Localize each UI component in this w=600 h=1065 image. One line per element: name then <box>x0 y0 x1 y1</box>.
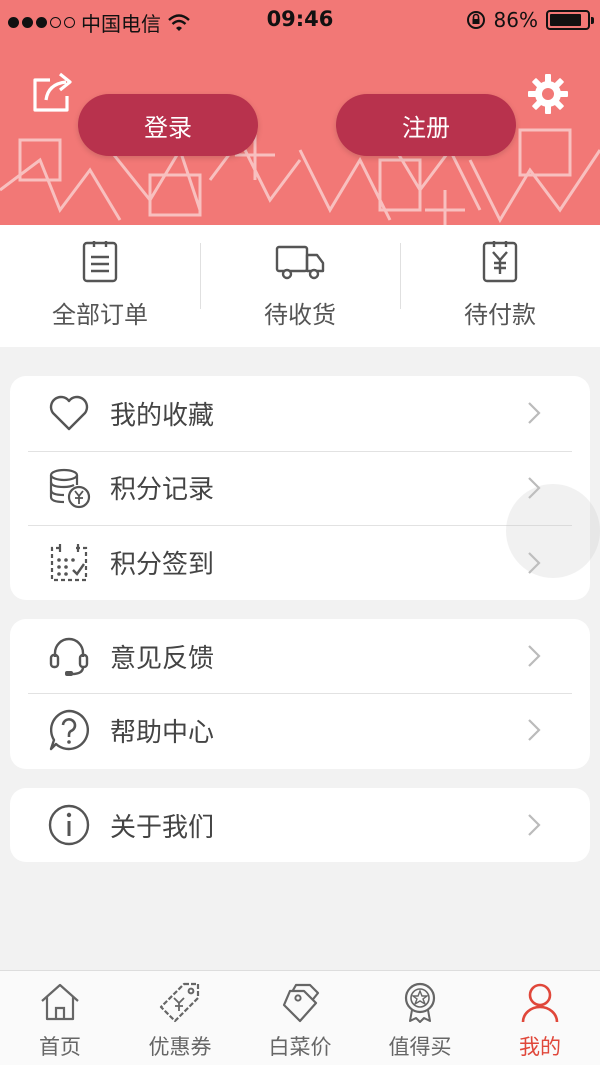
menu-card-favorites: 我的收藏 积分记录 积分签到 <box>10 376 590 600</box>
tab-label: 白菜价 <box>268 1035 332 1059</box>
tab-mine[interactable]: 我的 <box>480 971 600 1065</box>
calendar-check-icon <box>50 543 88 581</box>
coupon-icon <box>159 982 200 1023</box>
floating-assistive-button[interactable] <box>506 484 600 578</box>
rotation-lock-icon <box>466 11 485 29</box>
tab-coupons[interactable]: 优惠券 <box>120 971 240 1065</box>
user-icon <box>521 983 559 1023</box>
info-icon <box>48 804 90 846</box>
register-button[interactable]: 注册 <box>336 94 516 156</box>
badge-icon <box>404 982 436 1023</box>
menu-item-label: 帮助中心 <box>110 717 215 748</box>
heart-icon <box>49 396 89 431</box>
order-label: 待付款 <box>464 301 536 329</box>
home-icon <box>41 983 79 1021</box>
menu-item-label: 我的收藏 <box>110 400 215 431</box>
tab-label: 首页 <box>39 1035 81 1059</box>
chevron-right-icon <box>528 645 541 667</box>
menu-item-label: 意见反馈 <box>110 643 215 674</box>
tab-label: 我的 <box>519 1035 561 1059</box>
order-list-icon <box>82 241 118 283</box>
share-icon[interactable] <box>30 68 76 114</box>
menu-item-about-us[interactable]: 关于我们 <box>10 788 590 862</box>
chevron-right-icon <box>528 719 541 741</box>
tab-home[interactable]: 首页 <box>0 971 120 1065</box>
menu-item-label: 关于我们 <box>110 812 215 843</box>
menu-item-favorites[interactable]: 我的收藏 <box>10 376 590 451</box>
login-button[interactable]: 登录 <box>78 94 258 156</box>
status-bar: 中国电信 09:46 86% <box>0 0 600 40</box>
battery-percent: 86% <box>493 8 538 32</box>
truck-icon <box>275 245 325 280</box>
battery-icon <box>546 10 594 30</box>
chevron-right-icon <box>528 402 541 425</box>
menu-item-feedback[interactable]: 意见反馈 <box>10 619 590 693</box>
gear-icon[interactable] <box>526 72 570 116</box>
menu-item-label: 积分记录 <box>110 475 215 506</box>
coins-icon <box>49 468 91 509</box>
tab-bargain-price[interactable]: 白菜价 <box>240 971 360 1065</box>
menu-card-about: 关于我们 <box>10 788 590 862</box>
tab-label: 值得买 <box>388 1035 452 1059</box>
help-icon <box>49 709 89 751</box>
all-orders-button[interactable]: 全部订单 <box>0 225 200 347</box>
bottom-tab-bar: 首页 优惠券 白菜价 值得买 我的 <box>0 970 600 1065</box>
pending-payment-button[interactable]: 待付款 <box>400 225 600 347</box>
price-tag-icon <box>282 983 320 1023</box>
headset-icon <box>49 637 89 676</box>
order-label: 全部订单 <box>52 301 148 329</box>
order-shortcuts: 全部订单 待收货 待付款 <box>0 225 600 347</box>
tab-worth-buying[interactable]: 值得买 <box>360 971 480 1065</box>
menu-card-support: 意见反馈 帮助中心 <box>10 619 590 769</box>
menu-item-label: 积分签到 <box>110 550 215 581</box>
pending-receipt-button[interactable]: 待收货 <box>200 225 400 347</box>
order-label: 待收货 <box>264 301 336 329</box>
payment-icon <box>482 241 518 283</box>
profile-header: 中国电信 09:46 86% 登录 注册 <box>0 0 600 225</box>
menu-item-help-center[interactable]: 帮助中心 <box>10 693 590 767</box>
chevron-right-icon <box>528 814 541 836</box>
menu-item-points-history[interactable]: 积分记录 <box>10 450 590 526</box>
menu-item-check-in[interactable]: 积分签到 <box>10 525 590 600</box>
tab-label: 优惠券 <box>148 1035 212 1059</box>
